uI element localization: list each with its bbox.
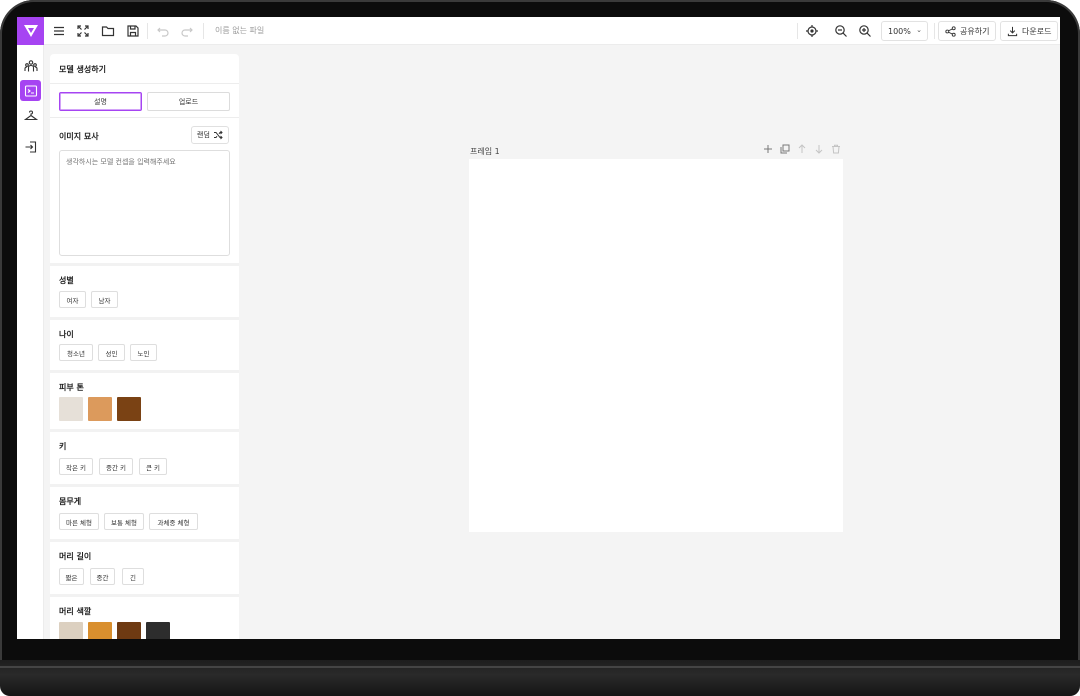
undo-icon[interactable]: [154, 22, 172, 40]
section-divider: [50, 594, 239, 597]
move-up-icon[interactable]: [796, 143, 808, 155]
tab-description[interactable]: 설명: [59, 92, 142, 111]
gender-option-female[interactable]: 여자: [59, 291, 86, 308]
gender-label: 성별: [59, 276, 74, 285]
file-name[interactable]: 이름 없는 파일: [215, 25, 264, 36]
height-label: 키: [59, 442, 67, 451]
fullscreen-icon[interactable]: [74, 22, 92, 40]
image-description-textarea[interactable]: [59, 150, 230, 256]
tab-upload[interactable]: 업로드: [147, 92, 230, 111]
gender-option-male[interactable]: 남자: [91, 291, 118, 308]
random-button[interactable]: 랜덤: [191, 126, 229, 144]
rail-item-generate[interactable]: [20, 80, 41, 101]
save-icon[interactable]: [124, 22, 142, 40]
section-divider: [50, 263, 239, 266]
move-down-icon[interactable]: [813, 143, 825, 155]
left-rail: [17, 45, 44, 639]
zoom-out-icon[interactable]: [832, 22, 850, 40]
weight-option-slim[interactable]: 마른 체형: [59, 513, 99, 530]
trash-icon[interactable]: [830, 143, 842, 155]
rail-item-clothing[interactable]: [20, 105, 41, 126]
section-divider: [50, 484, 239, 487]
age-option-senior[interactable]: 노인: [130, 344, 157, 361]
hair-length-option-short[interactable]: 짧은: [59, 568, 84, 585]
hair-color-swatch-brown[interactable]: [117, 622, 141, 639]
download-icon: [1007, 26, 1018, 36]
download-label: 다운로드: [1022, 26, 1052, 36]
hair-length-option-medium[interactable]: 중간: [90, 568, 115, 585]
section-divider: [50, 317, 239, 320]
toolbar-divider: [934, 23, 935, 39]
height-option-medium[interactable]: 중간 키: [99, 458, 133, 475]
logo-icon: [23, 25, 38, 37]
divider: [50, 83, 239, 84]
app-screen: 이름 없는 파일 100% ⌄ 공유하기 다운로드 모델 생성하기 설명 업로드…: [17, 17, 1060, 639]
skin-tone-swatch-medium[interactable]: [88, 397, 112, 421]
toolbar-divider: [797, 23, 798, 39]
toolbar-divider: [147, 23, 148, 39]
random-label: 랜덤: [197, 131, 210, 139]
duplicate-icon[interactable]: [779, 143, 791, 155]
hair-length-label: 머리 길이: [59, 552, 92, 561]
download-button[interactable]: 다운로드: [1000, 21, 1059, 41]
section-divider: [50, 370, 239, 373]
skin-tone-swatch-light[interactable]: [59, 397, 83, 421]
image-description-label: 이미지 묘사: [59, 132, 99, 141]
hanger-icon: [23, 109, 38, 120]
menu-icon[interactable]: [50, 22, 68, 40]
redo-icon[interactable]: [178, 22, 196, 40]
terminal-icon: [24, 84, 37, 97]
hair-color-swatch-black[interactable]: [146, 622, 170, 639]
hair-color-swatch-orange[interactable]: [88, 622, 112, 639]
toolbar-divider: [203, 23, 204, 39]
skin-tone-label: 피부 톤: [59, 383, 84, 392]
skin-tone-swatch-dark[interactable]: [117, 397, 141, 421]
rail-item-exit[interactable]: [20, 136, 41, 157]
height-option-tall[interactable]: 큰 키: [139, 458, 167, 475]
share-icon: [945, 25, 956, 37]
frame-label[interactable]: 프레임 1: [470, 146, 500, 157]
zoom-value: 100%: [888, 26, 911, 36]
weight-label: 몸무게: [59, 497, 82, 506]
top-toolbar: 이름 없는 파일 100% ⌄ 공유하기 다운로드: [17, 17, 1060, 45]
age-option-teen[interactable]: 청소년: [59, 344, 93, 361]
target-icon[interactable]: [803, 22, 821, 40]
exit-icon: [25, 140, 36, 153]
laptop-mockup: 이름 없는 파일 100% ⌄ 공유하기 다운로드 모델 생성하기 설명 업로드…: [0, 0, 1080, 696]
shuffle-icon: [213, 130, 223, 140]
weight-option-average[interactable]: 보통 체형: [104, 513, 144, 530]
height-option-short[interactable]: 작은 키: [59, 458, 93, 475]
panel-title: 모델 생성하기: [59, 65, 106, 74]
add-icon[interactable]: [762, 143, 774, 155]
app-logo[interactable]: [17, 17, 44, 45]
age-label: 나이: [59, 330, 74, 339]
hair-color-swatch-blonde[interactable]: [59, 622, 83, 639]
zoom-in-icon[interactable]: [856, 22, 874, 40]
canvas-frame[interactable]: [469, 159, 843, 532]
age-option-adult[interactable]: 성인: [98, 344, 125, 361]
hair-length-option-long[interactable]: 긴: [122, 568, 144, 585]
zoom-select[interactable]: 100% ⌄: [881, 21, 928, 41]
folder-icon[interactable]: [99, 22, 117, 40]
laptop-base-lip: [0, 666, 1080, 668]
section-divider: [50, 539, 239, 542]
hair-color-label: 머리 색깔: [59, 607, 92, 616]
models-icon: [23, 59, 38, 71]
divider: [50, 117, 239, 118]
weight-option-overweight[interactable]: 과체중 체형: [149, 513, 198, 530]
chevron-down-icon: ⌄: [916, 26, 922, 34]
share-label: 공유하기: [960, 26, 990, 36]
model-generation-panel: 모델 생성하기 설명 업로드 이미지 묘사 랜덤 성별 여자 남자 나이 청소년…: [50, 54, 239, 639]
share-button[interactable]: 공유하기: [938, 21, 997, 41]
section-divider: [50, 429, 239, 432]
rail-item-models[interactable]: [20, 55, 41, 76]
